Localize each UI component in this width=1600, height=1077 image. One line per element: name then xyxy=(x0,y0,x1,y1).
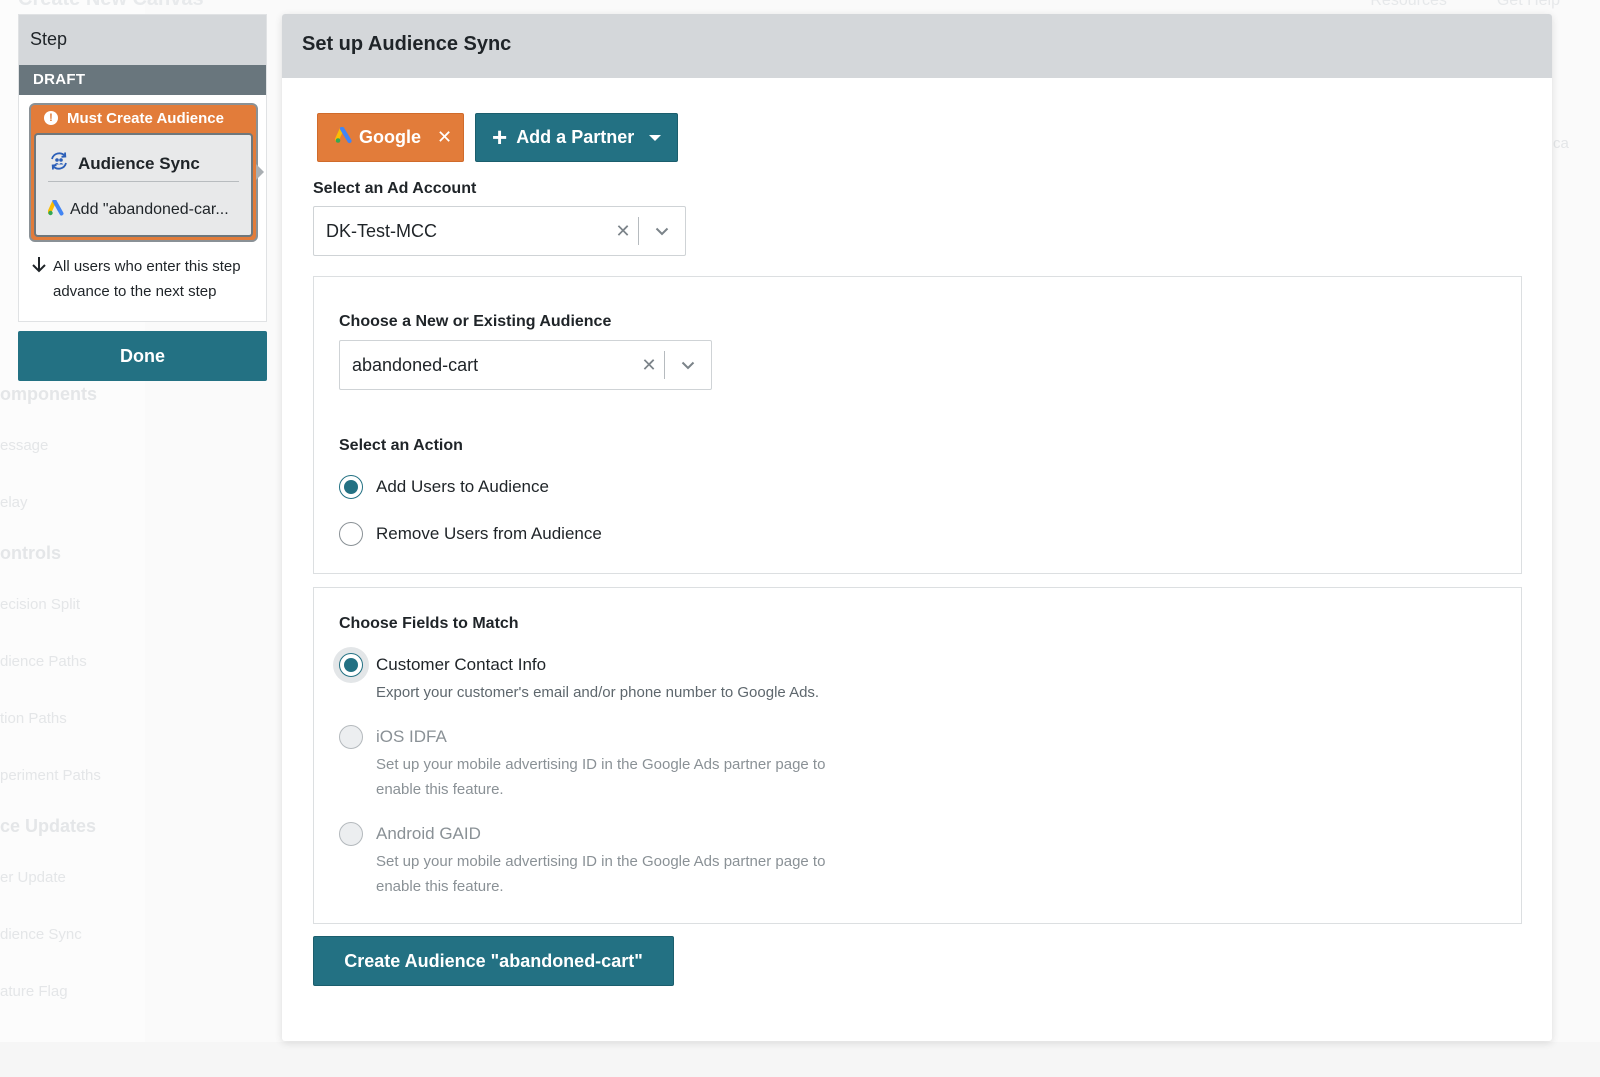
radio-description: Set up your mobile advertising ID in the… xyxy=(376,752,825,802)
background-nav-get-help: Get Help xyxy=(1496,0,1560,9)
background-canvas-strip xyxy=(0,1042,1600,1077)
radio-button-disabled[interactable] xyxy=(339,725,363,749)
audience-label: Choose a New or Existing Audience xyxy=(339,313,612,330)
background-nav-resources: Resources xyxy=(1370,0,1447,9)
chevron-down-icon[interactable] xyxy=(665,361,711,370)
background-side-item: essage xyxy=(0,437,49,454)
partner-row: Google ✕ + Add a Partner xyxy=(317,113,678,162)
arrow-down-icon xyxy=(31,254,47,304)
draft-status-bar: DRAFT xyxy=(19,65,266,95)
action-summary: Add "abandoned-car... xyxy=(70,201,229,218)
background-side-item: periment Paths xyxy=(0,767,101,784)
action-label: Select an Action xyxy=(339,437,463,454)
warning-text: Must Create Audience xyxy=(67,109,224,127)
create-audience-button[interactable]: Create Audience "abandoned-cart" xyxy=(313,936,674,986)
radio-button-checked[interactable] xyxy=(339,653,363,677)
audience-sync-icon xyxy=(48,150,70,177)
background-side-item: ature Flag xyxy=(0,983,68,1000)
step-header: Step xyxy=(19,15,266,65)
background-side-item: dience Paths xyxy=(0,653,87,670)
radio-description: Export your customer's email and/or phon… xyxy=(376,684,820,701)
audience-select[interactable]: abandoned-cart ✕ xyxy=(339,340,712,390)
step-panel: Step DRAFT ! Must Create Audience Audien… xyxy=(18,14,267,322)
must-create-audience-warning: ! Must Create Audience xyxy=(31,105,256,131)
google-ads-icon xyxy=(334,125,355,149)
background-side-item: er Update xyxy=(0,869,66,886)
radio-label: Remove Users from Audience xyxy=(376,524,602,543)
card-pointer-arrow xyxy=(256,164,264,180)
radio-description-line: Set up your mobile advertising ID in the… xyxy=(376,853,826,870)
radio-label: Android GAID xyxy=(376,824,481,843)
ad-account-label: Select an Ad Account xyxy=(313,180,477,197)
radio-description-line: Set up your mobile advertising ID in the… xyxy=(376,756,826,773)
background-text-fragment: ca xyxy=(1553,135,1569,152)
radio-label: Add Users to Audience xyxy=(376,477,549,496)
remove-partner-icon[interactable]: ✕ xyxy=(437,127,452,148)
background-side-item: ecision Split xyxy=(0,596,81,613)
background-side-heading: ce Updates xyxy=(0,816,97,836)
google-partner-chip[interactable]: Google ✕ xyxy=(317,113,464,162)
radio-description: Set up your mobile advertising ID in the… xyxy=(376,849,825,899)
radio-button-disabled[interactable] xyxy=(339,822,363,846)
ad-account-select[interactable]: DK-Test-MCC ✕ xyxy=(313,206,686,256)
radio-remove-users[interactable]: Remove Users from Audience xyxy=(339,522,602,546)
radio-android-gaid[interactable]: Android GAID xyxy=(339,822,481,846)
radio-add-users[interactable]: Add Users to Audience xyxy=(339,475,549,499)
step-card-body: Audience Sync Add "abandoned-car... xyxy=(34,133,253,237)
fields-label: Choose Fields to Match xyxy=(339,615,519,632)
add-partner-button[interactable]: + Add a Partner xyxy=(475,113,678,162)
clear-icon[interactable]: ✕ xyxy=(608,221,638,242)
audience-sync-modal: Set up Audience Sync Google ✕ + Add a Pa… xyxy=(282,14,1552,1041)
background-top-nav: Resources Get Help xyxy=(1370,0,1600,10)
partner-chip-label: Google xyxy=(359,127,421,147)
background-side-item: tion Paths xyxy=(0,710,67,727)
radio-description-line: enable this feature. xyxy=(376,878,504,895)
add-partner-label: Add a Partner xyxy=(516,127,635,147)
radio-label: iOS IDFA xyxy=(376,727,447,746)
background-page-title: Create New Canvas xyxy=(18,0,204,11)
modal-title: Set up Audience Sync xyxy=(282,14,1552,78)
chevron-down-icon[interactable] xyxy=(639,227,685,236)
radio-button-checked[interactable] xyxy=(339,475,363,499)
exclamation-icon: ! xyxy=(44,111,58,125)
advance-note-line2: advance to the next step xyxy=(53,283,217,300)
plus-icon: + xyxy=(492,121,508,152)
background-side-item: dience Sync xyxy=(0,926,82,943)
advance-note: All users who enter this step advance to… xyxy=(31,254,241,304)
background-side-heading: omponents xyxy=(0,384,97,404)
ad-account-value: DK-Test-MCC xyxy=(326,220,437,241)
done-button[interactable]: Done xyxy=(18,331,267,381)
advance-note-line1: All users who enter this step xyxy=(53,258,241,275)
action-summary-row: Add "abandoned-car... xyxy=(36,182,251,238)
radio-label: Customer Contact Info xyxy=(376,655,547,674)
component-name: Audience Sync xyxy=(78,153,200,173)
step-component-card[interactable]: ! Must Create Audience Audience Sync Add… xyxy=(29,103,258,242)
clear-icon[interactable]: ✕ xyxy=(634,355,664,376)
component-row: Audience Sync xyxy=(36,135,251,181)
radio-ios-idfa[interactable]: iOS IDFA xyxy=(339,725,447,749)
radio-description-line: enable this feature. xyxy=(376,781,504,798)
caret-down-icon xyxy=(649,134,662,141)
radio-customer-contact[interactable]: Customer Contact Info xyxy=(339,653,546,677)
fields-section: Choose Fields to Match Customer Contact … xyxy=(313,587,1522,924)
audience-value: abandoned-cart xyxy=(352,354,479,375)
radio-button[interactable] xyxy=(339,522,363,546)
google-ads-icon xyxy=(47,198,66,221)
background-side-item: elay xyxy=(0,494,28,511)
background-side-heading: ontrols xyxy=(0,543,61,563)
audience-section: Choose a New or Existing Audience abando… xyxy=(313,276,1522,574)
